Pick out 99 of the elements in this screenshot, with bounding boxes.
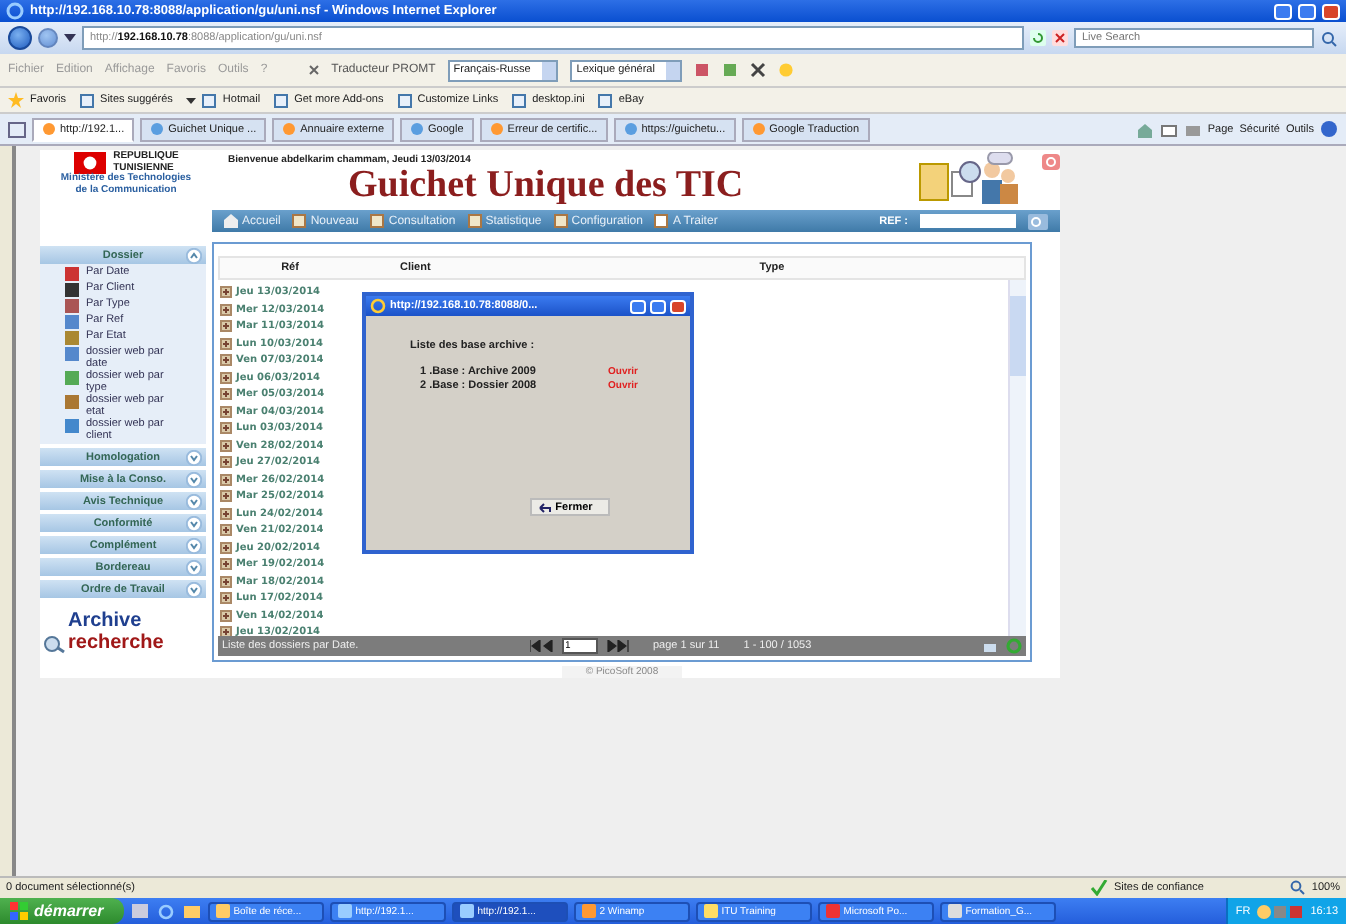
site-icon: [150, 122, 165, 136]
expand-icon[interactable]: [220, 456, 232, 469]
close-button[interactable]: [1322, 3, 1340, 19]
desktop-icon[interactable]: [131, 903, 148, 919]
tab-grid-icon[interactable]: [8, 121, 26, 137]
expand-icon[interactable]: [220, 354, 232, 367]
expand-icon[interactable]: [220, 320, 232, 333]
maximize-button[interactable]: [1298, 3, 1316, 19]
toggle-icon[interactable]: [186, 515, 202, 531]
toggle-icon[interactable]: [186, 471, 202, 487]
app-icon: [581, 904, 596, 918]
expand-icon[interactable]: [220, 371, 232, 384]
tools-icon[interactable]: [750, 62, 767, 78]
forward-button[interactable]: [38, 28, 58, 48]
expand-icon[interactable]: [220, 490, 232, 503]
stop-icon[interactable]: [1052, 30, 1068, 46]
page-icon: [598, 93, 613, 107]
back-button[interactable]: [8, 26, 32, 50]
star-icon: [8, 92, 24, 108]
caret-icon: [186, 97, 197, 103]
close-icon[interactable]: [307, 64, 320, 76]
minimize-button[interactable]: [630, 299, 646, 313]
minimize-button[interactable]: [1274, 3, 1292, 19]
next-last-icon[interactable]: [605, 640, 629, 652]
browser-logo-icon: [370, 298, 386, 314]
page-icon: [202, 93, 217, 107]
caret-icon: [64, 34, 76, 42]
page-icon: [397, 93, 412, 107]
expand-icon[interactable]: [220, 592, 232, 605]
grid-icon[interactable]: [722, 62, 739, 78]
expand-icon[interactable]: [220, 558, 232, 571]
book-icon[interactable]: [694, 62, 711, 78]
expand-icon[interactable]: [220, 439, 232, 452]
print-icon[interactable]: [982, 639, 998, 653]
app-icon: [459, 904, 474, 918]
browser-logo-icon: [6, 2, 24, 20]
expand-icon[interactable]: [220, 609, 232, 622]
site-icon: [489, 122, 504, 136]
search-icon[interactable]: [1320, 29, 1338, 47]
toggle-icon[interactable]: [186, 581, 202, 597]
help-icon[interactable]: [1320, 120, 1338, 138]
start-button[interactable]: démarrer: [0, 898, 124, 924]
browser-logo-icon[interactable]: [157, 903, 174, 919]
expand-icon[interactable]: [220, 575, 232, 588]
site-title: Guichet Unique des TIC: [346, 166, 746, 206]
expand-icon[interactable]: [220, 337, 232, 350]
expand-icon[interactable]: [220, 541, 232, 554]
page-icon: [274, 93, 289, 107]
page-icon: [292, 214, 307, 228]
site-icon: [410, 122, 425, 136]
app-icon: [825, 904, 840, 918]
expand-icon[interactable]: [220, 626, 232, 636]
page-icon: [512, 93, 527, 107]
close-button[interactable]: [670, 299, 686, 313]
power-icon[interactable]: [1042, 154, 1060, 170]
magnifier-icon: [42, 633, 66, 653]
expand-icon[interactable]: [220, 473, 232, 486]
expand-icon[interactable]: [220, 524, 232, 537]
archive-link[interactable]: Archive: [68, 610, 206, 632]
page-icon: [80, 93, 95, 107]
expand-icon[interactable]: [220, 405, 232, 418]
page-icon: [467, 214, 482, 228]
ref-field[interactable]: [920, 214, 1016, 228]
app-icon: [337, 904, 352, 918]
site-icon: [751, 122, 766, 136]
expand-icon[interactable]: [220, 303, 232, 316]
toggle-icon[interactable]: [186, 493, 202, 509]
expand-icon[interactable]: [220, 388, 232, 401]
four-squares-icon: [10, 902, 28, 920]
undo-arrow-icon: [537, 501, 552, 513]
expand-icon[interactable]: [220, 507, 232, 520]
toggle-icon[interactable]: [186, 449, 202, 465]
page-icon: [370, 214, 385, 228]
envelope-icon[interactable]: [183, 903, 200, 919]
scrollbar[interactable]: [1008, 280, 1026, 636]
app-icon: [947, 904, 962, 918]
search-icon[interactable]: [1028, 213, 1048, 229]
toggle-icon[interactable]: [186, 537, 202, 553]
page-icon: [553, 214, 568, 228]
app-icon: [703, 904, 718, 918]
maximize-button[interactable]: [650, 299, 666, 313]
magnifier-icon: [1289, 880, 1306, 896]
site-icon: [282, 122, 297, 136]
site-icon: [623, 122, 638, 136]
site-icon: [42, 122, 56, 136]
check-icon: [1089, 880, 1108, 896]
tray-icons-drawing: [1256, 903, 1305, 919]
first-prev-icon[interactable]: [529, 640, 553, 652]
print-icon[interactable]: [1183, 121, 1202, 137]
mail-icon[interactable]: [1159, 121, 1178, 137]
app-icon: [215, 904, 230, 918]
refresh-icon[interactable]: [1030, 30, 1046, 46]
toggle-icon[interactable]: [186, 559, 202, 575]
expand-icon[interactable]: [220, 422, 232, 435]
house-icon: [224, 214, 238, 228]
search-link[interactable]: recherche: [68, 632, 164, 654]
expand-icon[interactable]: [220, 286, 232, 299]
page-icon: [654, 214, 669, 228]
toggle-icon[interactable]: [186, 247, 202, 263]
